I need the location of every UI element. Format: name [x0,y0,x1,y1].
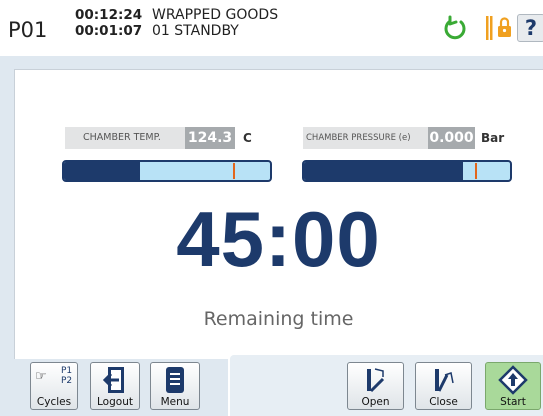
help-icon[interactable]: ? [517,14,543,42]
chamber-temp-setpoint-marker [232,163,235,179]
cycles-p2-label: P2 [61,376,73,386]
chamber-pressure-bar [302,160,512,182]
open-door-button[interactable]: Open [347,362,404,410]
menu-button-label: Menu [160,396,190,408]
door-open-icon [348,365,403,399]
power-icon[interactable] [442,14,468,46]
logout-button-label: Logout [97,396,133,408]
logout-icon [91,365,139,399]
phase-time: 00:01:07 [75,23,143,39]
chamber-temp-unit: C [243,131,252,145]
menu-button[interactable]: Menu [150,362,200,410]
elapsed-time: 00:12:24 [75,7,143,23]
chamber-pressure-label: CHAMBER PRESSURE (e) [303,127,428,149]
chamber-pressure-setpoint-marker [474,163,477,179]
remaining-time-label: Remaining time [203,308,354,330]
close-door-button[interactable]: Close [415,362,472,410]
cycles-button-label: Cycles [36,396,72,408]
header-bar: P01 00:12:24 00:01:07 WRAPPED GOODS 01 S… [0,0,543,56]
start-button[interactable]: Start [485,362,541,410]
cycle-times: 00:12:24 00:01:07 [75,7,142,39]
start-diamond-icon [486,365,540,399]
cycles-programs: P1 P2 [61,366,72,386]
cycle-name: WRAPPED GOODS [152,7,279,23]
hand-pointer-icon: ☞ [35,369,47,384]
chamber-temp-bar [62,160,272,182]
chamber-temp-bar-fill [64,162,141,180]
start-button-label: Start [500,396,526,408]
lock-icon[interactable] [485,14,513,46]
cycles-p1-label: P1 [61,366,73,376]
program-number: P01 [8,18,48,42]
cycle-info: WRAPPED GOODS 01 STANDBY [152,7,278,39]
chamber-pressure-value: 0.000 [428,127,475,149]
close-button-label: Close [429,396,458,408]
chamber-temp-value: 124.3 [185,127,235,149]
remaining-time-value: 45:00 [176,195,381,283]
chamber-pressure-unit: Bar [481,131,505,145]
chamber-pressure-bar-fill [304,162,463,180]
door-close-icon [416,365,471,399]
logout-button[interactable]: Logout [90,362,140,410]
cycles-button[interactable]: ☞ P1 P2 Cycles [30,362,78,410]
chamber-temp-label: CHAMBER TEMP. [65,127,185,149]
open-button-label: Open [361,396,390,408]
cycle-status: 01 STANDBY [152,23,239,39]
menu-icon [151,365,199,399]
